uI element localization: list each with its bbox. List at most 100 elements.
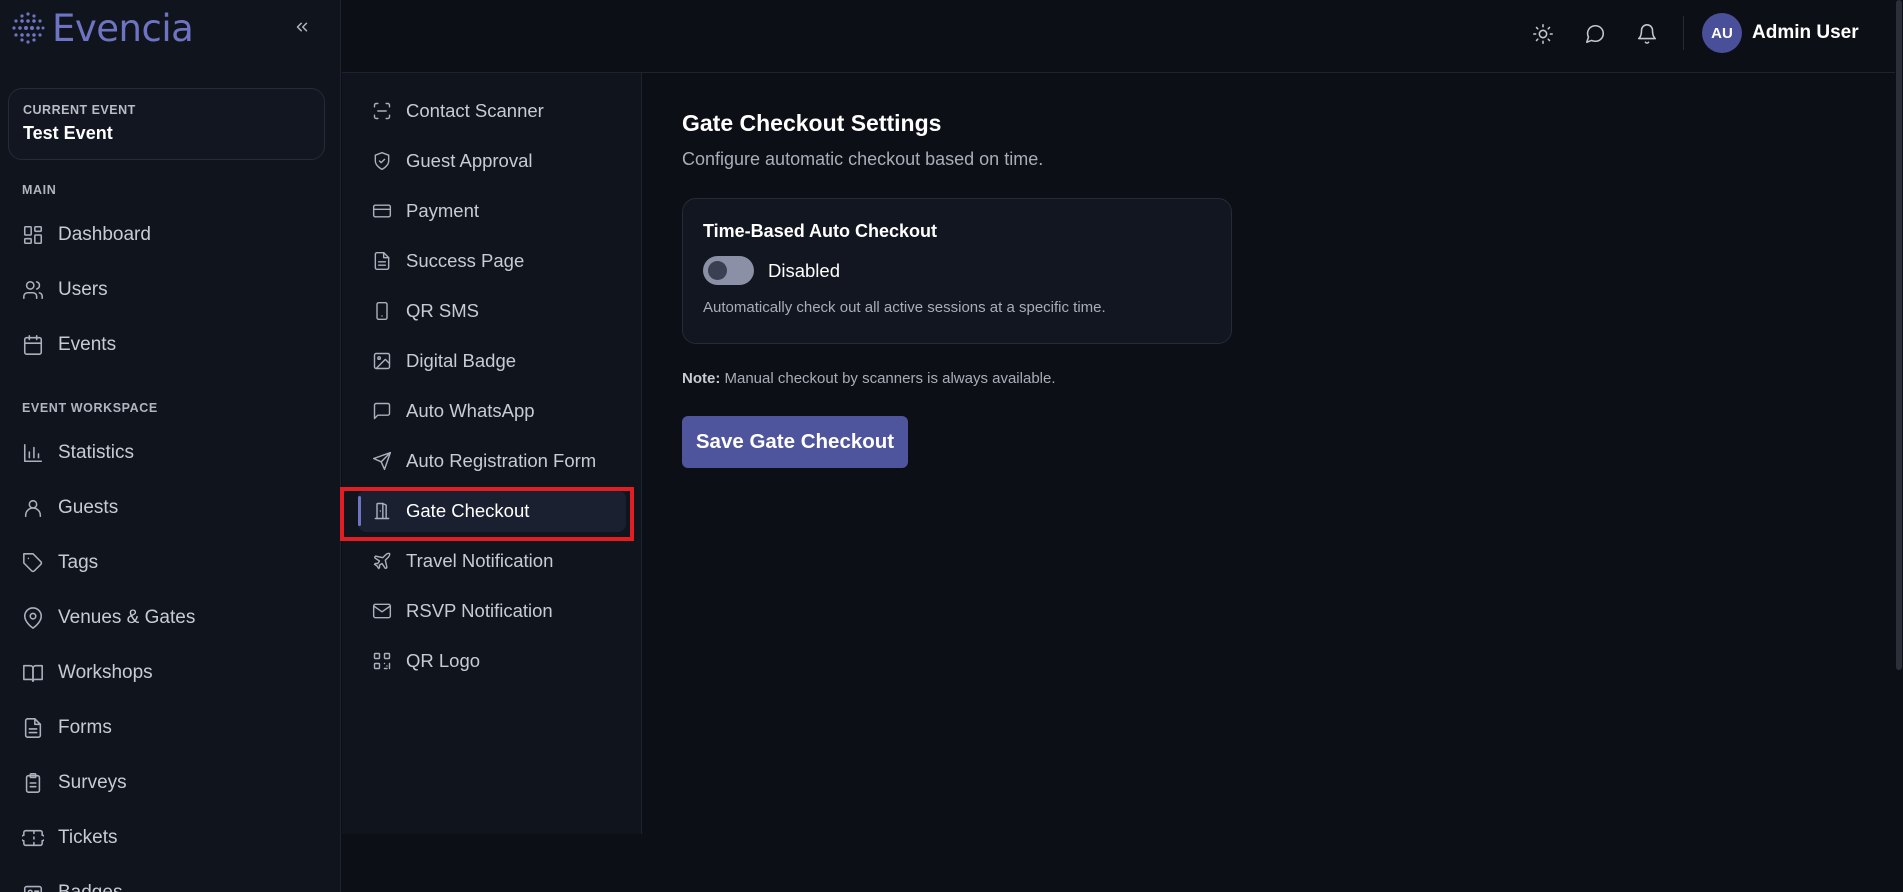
subnav-item-auto-whatsapp[interactable]: Auto WhatsApp [358,390,626,432]
mail-icon [372,603,392,619]
sidebar-item-workshops[interactable]: Workshops [10,650,330,696]
chevrons-left-icon [296,22,308,32]
smartphone-icon [376,301,388,321]
notifications-button[interactable] [1632,19,1662,49]
image-icon [373,352,391,370]
subnav-item-digital-badge[interactable]: Digital Badge [358,340,626,382]
subnav-item-label: Contact Scanner [406,100,544,121]
scan-icon [373,102,391,120]
subnav-item-label: Auto Registration Form [406,450,597,471]
logo-dots-icon [12,12,45,44]
settings-subnav: Contact Scanner Guest Approval Payment S… [342,73,642,834]
card-description: Automatically check out all active sessi… [703,299,1106,316]
note-label: Note: [682,370,721,387]
subnav-item-label: QR SMS [406,300,479,321]
map-pin-icon [23,607,43,629]
sidebar-item-dashboard[interactable]: Dashboard [10,212,330,258]
sidebar-item-tags[interactable]: Tags [10,540,330,586]
sidebar-item-label: Tickets [58,827,118,848]
sidebar-item-events[interactable]: Events [10,322,330,368]
subnav-item-qr-sms[interactable]: QR SMS [358,290,626,332]
page-scrollbar[interactable] [1895,0,1903,892]
subnav-item-label: Guest Approval [406,150,533,171]
subnav-item-auto-registration-form[interactable]: Auto Registration Form [358,440,626,482]
sidebar-item-guests[interactable]: Guests [10,485,330,531]
sidebar-item-statistics[interactable]: Statistics [10,430,330,476]
auto-checkout-card: Time-Based Auto Checkout Disabled Automa… [682,198,1232,344]
subnav-item-label: Travel Notification [406,550,554,571]
calendar-icon [23,335,43,355]
page-title: Gate Checkout Settings [682,110,942,136]
main-content: Gate Checkout Settings Configure automat… [682,110,1382,468]
note-body: Manual checkout by scanners is always av… [720,370,1056,387]
ticket-icon [22,829,44,847]
clipboard-icon [25,773,41,793]
file-text-icon [24,718,42,738]
sidebar-item-tickets[interactable]: Tickets [10,815,330,861]
tag-icon [23,553,43,573]
bell-icon [1637,24,1657,44]
sidebar-item-label: Guests [58,497,119,518]
subnav-item-guest-approval[interactable]: Guest Approval [358,140,626,182]
save-gate-checkout-button[interactable]: Save Gate Checkout [682,416,908,468]
avatar[interactable]: AU [1702,13,1742,53]
sidebar-item-venues-gates[interactable]: Venues & Gates [10,595,330,641]
current-event-card[interactable]: CURRENT EVENT Test Event [8,88,325,160]
sidebar-item-label: Venues & Gates [58,607,196,628]
subnav-item-label: RSVP Notification [406,600,553,621]
subnav-item-label: Payment [406,200,480,221]
subnav-item-label: Digital Badge [406,350,517,371]
messages-button[interactable] [1580,19,1610,49]
dashboard-icon [23,225,43,245]
user-name[interactable]: Admin User [1752,22,1859,44]
subnav-item-gate-checkout[interactable]: Gate Checkout [358,490,626,532]
sidebar-item-label: Dashboard [58,224,151,245]
sidebar-item-forms[interactable]: Forms [10,705,330,751]
toggle-row: Disabled [703,256,1211,285]
auto-checkout-toggle[interactable] [703,256,754,285]
sidebar-item-label: Statistics [58,442,135,463]
sidebar-item-label: Badges [58,882,122,892]
section-label-main: MAIN [22,183,57,197]
subnav-item-payment[interactable]: Payment [358,190,626,232]
main-sidebar: Evencia CURRENT EVENT Test Event MAIN Da… [0,0,341,892]
theme-toggle-button[interactable] [1528,19,1558,49]
sidebar-item-label: Events [58,334,117,355]
bar-chart-icon [23,443,43,463]
sidebar-item-label: Users [58,279,108,300]
subnav-item-travel-notification[interactable]: Travel Notification [358,540,626,582]
subnav-item-label: QR Logo [406,650,481,671]
subnav-item-qr-logo[interactable]: QR Logo [358,640,626,682]
badge-icon [23,885,43,892]
brand-name: Evencia [52,6,194,50]
file-icon [374,251,390,271]
sidebar-item-label: Forms [58,717,112,738]
top-bar: AU Admin User [342,0,1903,73]
subnav-item-label: Success Page [406,250,525,271]
brand-logo[interactable]: Evencia [10,6,194,50]
door-icon [374,502,390,520]
sun-icon [1533,24,1553,44]
sidebar-item-users[interactable]: Users [10,267,330,313]
subnav-item-label: Auto WhatsApp [406,400,535,421]
note-text: Note: Manual checkout by scanners is alw… [682,370,1056,387]
message-circle-icon [1585,24,1605,44]
plane-icon [373,552,391,570]
sidebar-item-label: Tags [58,552,99,573]
sidebar-item-label: Surveys [58,772,127,793]
subnav-item-success-page[interactable]: Success Page [358,240,626,282]
message-square-icon [373,402,391,420]
collapse-sidebar-button[interactable] [289,14,315,40]
card-title: Time-Based Auto Checkout [703,221,938,241]
subnav-item-label: Gate Checkout [406,500,530,521]
sidebar-item-surveys[interactable]: Surveys [10,760,330,806]
current-event-name: Test Event [23,123,113,143]
subnav-item-rsvp-notification[interactable]: RSVP Notification [358,590,626,632]
sidebar-item-badges[interactable]: Badges [10,870,330,892]
toggle-state-label: Disabled [768,259,840,281]
scrollbar-thumb[interactable] [1896,0,1902,670]
top-bar-divider [1683,16,1684,50]
subnav-item-contact-scanner[interactable]: Contact Scanner [358,90,626,132]
users-icon [23,280,43,300]
current-event-label: CURRENT EVENT [23,103,136,117]
